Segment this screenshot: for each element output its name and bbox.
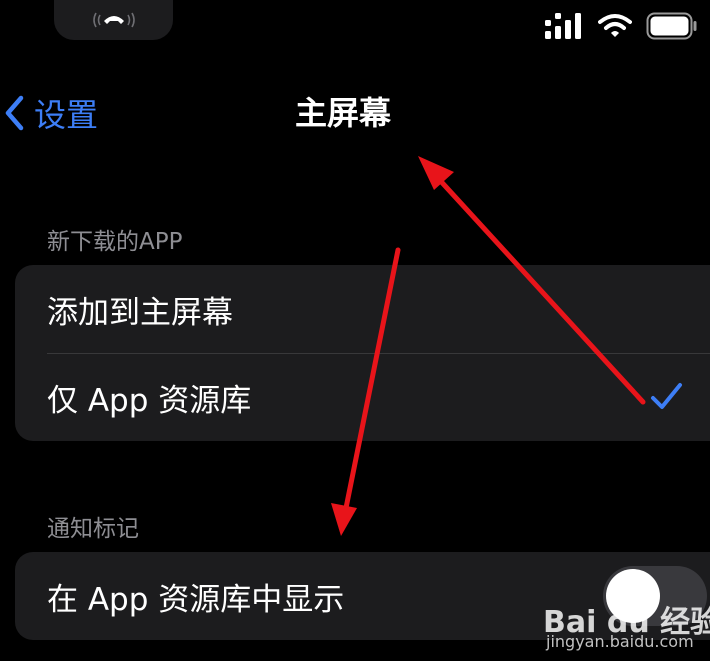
option-label: 添加到主屏幕 xyxy=(47,294,233,331)
option-add-to-home-screen[interactable]: 添加到主屏幕 xyxy=(15,265,710,353)
cellular-signal-icon xyxy=(545,13,581,39)
option-app-library-only[interactable]: 仅 App 资源库 xyxy=(15,353,710,441)
section-header-notification-badges: 通知标记 xyxy=(47,516,139,542)
settings-group-new-apps: 添加到主屏幕 仅 App 资源库 xyxy=(15,265,710,441)
page-title: 主屏幕 xyxy=(294,94,391,132)
wifi-icon xyxy=(598,14,632,37)
battery-icon xyxy=(646,12,697,40)
phone-call-icon xyxy=(92,12,135,28)
checkmark-icon xyxy=(651,383,682,409)
option-label: 在 App 资源库中显示 xyxy=(47,581,345,618)
status-icons xyxy=(544,12,698,40)
section-header-new-apps: 新下载的APP xyxy=(47,229,183,255)
baidu-jingyan-watermark-url: jingyan.baidu.com xyxy=(546,632,694,651)
option-label: 仅 App 资源库 xyxy=(47,382,252,419)
ongoing-call-pill[interactable] xyxy=(54,0,173,40)
